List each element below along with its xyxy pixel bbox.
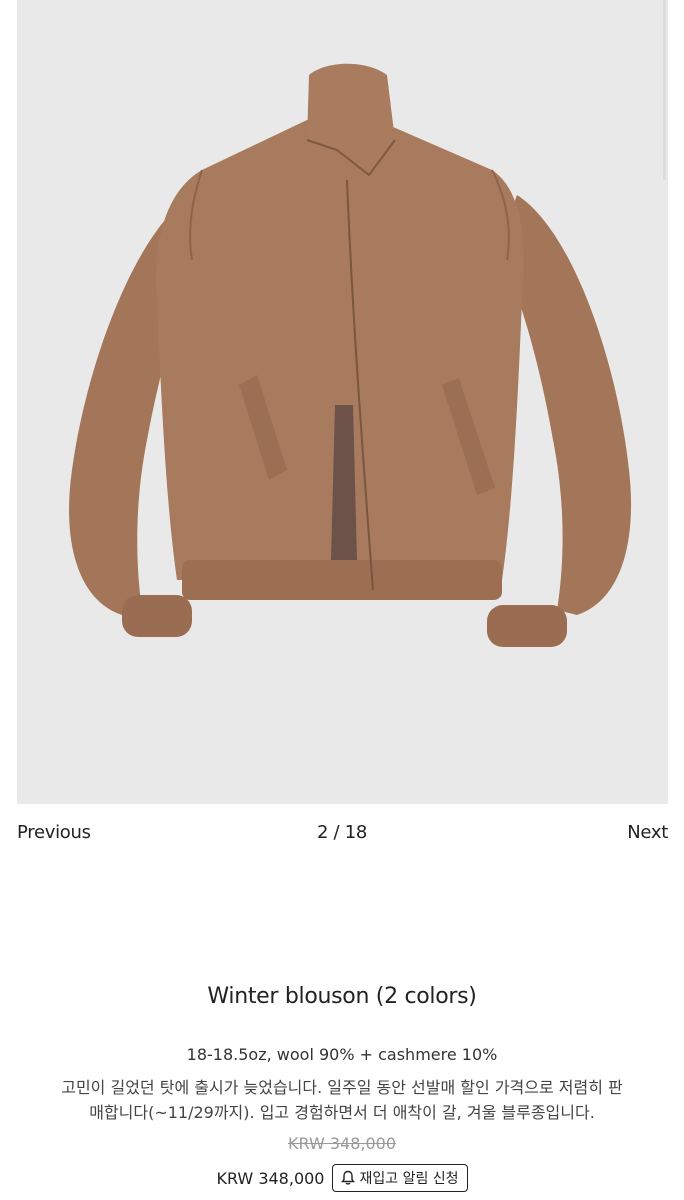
product-title: Winter blouson (2 colors) <box>207 984 477 1009</box>
gallery-pager: Previous 2 / 18 Next <box>0 820 684 850</box>
image-scrollbar[interactable] <box>663 0 666 180</box>
description-line-1: 고민이 길었던 탓에 출시가 늦었습니다. 일주일 동안 선발매 할인 가격으로… <box>61 1078 623 1097</box>
product-spec: 18-18.5oz, wool 90% + cashmere 10% <box>186 1045 498 1064</box>
product-description: 고민이 길었던 탓에 출시가 늦었습니다. 일주일 동안 선발매 할인 가격으로… <box>22 1075 662 1125</box>
sale-price: KRW 348,000 <box>216 1168 325 1188</box>
image-counter: 2 / 18 <box>316 822 368 843</box>
restock-notify-button[interactable]: 재입고 알림 신청 <box>332 1164 468 1192</box>
restock-button-label: 재입고 알림 신청 <box>359 1171 459 1187</box>
bell-icon <box>341 1170 356 1186</box>
product-image[interactable] <box>17 0 668 804</box>
price-row: KRW 348,000 재입고 알림 신청 <box>0 1161 684 1195</box>
description-line-2: 매합니다(~11/29까지). 입고 경험하면서 더 애착이 갈, 겨울 블루종… <box>89 1103 595 1122</box>
original-price: KRW 348,000 <box>287 1134 397 1153</box>
next-button[interactable]: Next <box>627 822 668 843</box>
